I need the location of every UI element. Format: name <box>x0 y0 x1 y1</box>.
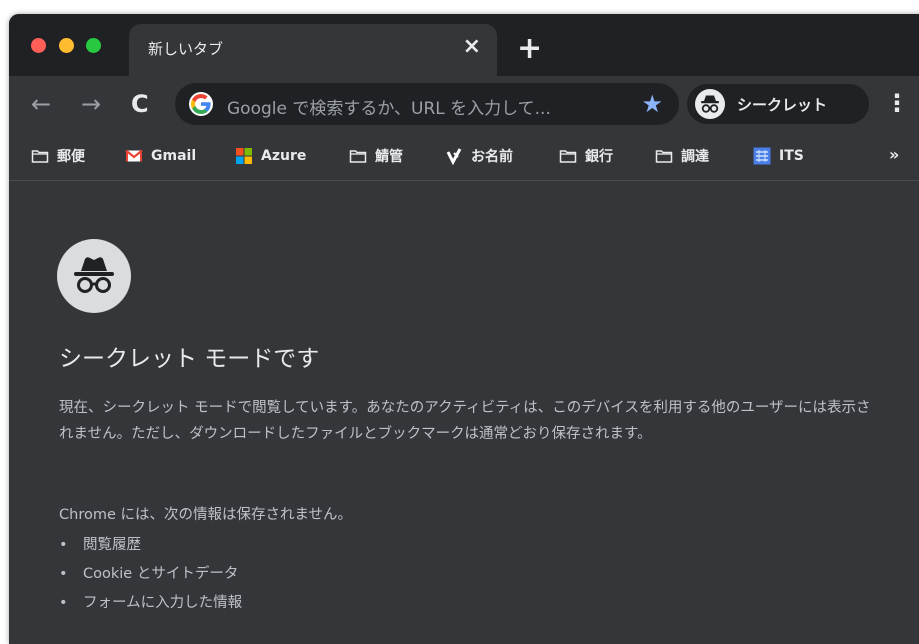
reload-button[interactable]: C <box>131 90 149 118</box>
tab-close-icon[interactable]: × <box>463 33 481 61</box>
folder-icon <box>655 147 673 165</box>
zoom-window-button[interactable] <box>86 38 101 53</box>
bookmark-label: Azure <box>261 148 307 164</box>
its-icon <box>753 147 771 165</box>
not-saved-heading: Chrome には、次の情報は保存されません。 <box>59 507 353 523</box>
bookmark-item[interactable]: 調達 <box>655 144 709 168</box>
incognito-label: シークレット <box>737 96 828 114</box>
tab-strip: 新しいタブ × + <box>9 14 919 76</box>
minimize-window-button[interactable] <box>59 38 74 53</box>
bookmark-item[interactable]: ITS <box>753 144 804 168</box>
microsoft-icon <box>235 147 253 165</box>
bookmark-label: Gmail <box>151 148 197 164</box>
omnibox[interactable]: Google で検索するか、URL を入力して... ★ <box>175 83 679 125</box>
back-button[interactable]: ← <box>31 90 51 118</box>
folder-icon <box>349 147 367 165</box>
bookmark-label: 銀行 <box>585 149 613 165</box>
list-item: Cookie とサイトデータ <box>59 560 242 589</box>
incognito-page: シークレット モードです 現在、シークレット モードで閲覧しています。あなたのア… <box>9 181 919 644</box>
bookmark-label: お名前 <box>471 149 513 165</box>
menu-icon[interactable]: ⋮ <box>885 89 909 117</box>
bookmarks-bar: 郵便 Gmail Azure 鯖管 お名前 銀行 調達 ITS » <box>9 132 919 181</box>
google-g-icon <box>189 92 213 116</box>
onamae-icon <box>445 147 463 166</box>
bookmark-item[interactable]: お名前 <box>445 144 513 168</box>
tab-new-tab[interactable]: 新しいタブ × <box>129 24 497 76</box>
omnibox-placeholder: Google で検索するか、URL を入力して... <box>227 99 551 119</box>
not-saved-list: 閲覧履歴 Cookie とサイトデータ フォームに入力した情報 <box>59 531 242 618</box>
bookmark-item[interactable]: 銀行 <box>559 144 613 168</box>
forward-button[interactable]: → <box>81 90 101 118</box>
bookmark-item[interactable]: Azure <box>235 144 306 168</box>
tab-title: 新しいタブ <box>148 40 224 58</box>
bookmark-item[interactable]: 郵便 <box>31 144 85 168</box>
close-window-button[interactable] <box>31 38 46 53</box>
bookmark-label: 郵便 <box>57 149 85 165</box>
bookmark-item[interactable]: 鯖管 <box>349 144 403 168</box>
page-title: シークレット モードです <box>59 346 320 372</box>
folder-icon <box>559 147 577 165</box>
toolbar: ← → C Google で検索するか、URL を入力して... ★ シークレッ… <box>9 76 919 132</box>
bookmarks-overflow-button[interactable]: » <box>889 145 899 164</box>
folder-icon <box>31 147 49 165</box>
list-item: フォームに入力した情報 <box>59 589 242 618</box>
browser-window: 新しいタブ × + ← → C Google で検索するか、URL を入力して.… <box>9 14 919 644</box>
incognito-description: 現在、シークレット モードで閲覧しています。あなたのアクティビティは、このデバイ… <box>59 400 871 442</box>
bookmark-label: ITS <box>779 148 804 164</box>
bookmark-star-icon[interactable]: ★ <box>641 90 663 118</box>
bookmark-item[interactable]: Gmail <box>125 144 196 168</box>
bookmark-label: 鯖管 <box>375 149 403 165</box>
incognito-icon <box>695 89 725 119</box>
incognito-hero-icon <box>57 239 131 313</box>
list-item: 閲覧履歴 <box>59 531 242 560</box>
bookmark-label: 調達 <box>681 149 709 165</box>
gmail-icon <box>125 147 143 165</box>
incognito-profile-button[interactable]: シークレット <box>687 84 869 124</box>
new-tab-button[interactable]: + <box>517 34 542 64</box>
